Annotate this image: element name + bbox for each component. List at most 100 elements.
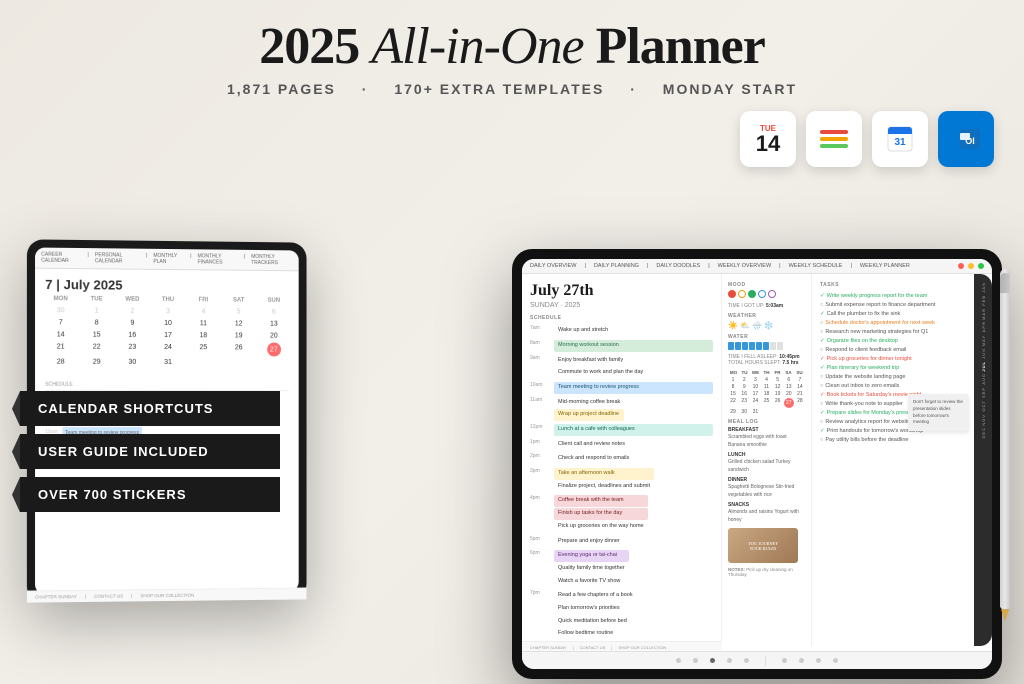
- mood-dot-5: [768, 290, 776, 298]
- schedule-item: 8amMorning workout session: [530, 340, 713, 352]
- toolbar-dot: [833, 658, 838, 663]
- rt-nav-bar: DAILY OVERVIEW | DAILY PLANNING | DAILY …: [522, 259, 992, 274]
- schedule-item: 12pmLunch at a cafe with colleagues: [530, 424, 713, 436]
- schedule-item: 3pmTake an afternoon walkFinalize projec…: [530, 468, 713, 492]
- rt-bottom-toolbar: [522, 651, 992, 669]
- gcal-svg: 31: [884, 123, 916, 155]
- tablet-month-label: 7 | July 2025: [35, 269, 299, 298]
- svg-text:31: 31: [894, 137, 906, 148]
- sidebar-feb[interactable]: FEB: [981, 295, 986, 306]
- google-calendar-icon[interactable]: 31: [872, 111, 928, 167]
- schedule-column: July 27th SUNDAY · 2025 SCHEDULE 7amWake…: [522, 274, 722, 646]
- meal-log: MEAL LOG BREAKFAST Scrambled eggs with t…: [728, 419, 805, 577]
- notes-section: NOTES: Pick up dry cleaning on Thursday: [728, 567, 805, 577]
- sep2: ·: [630, 81, 637, 97]
- close-btn[interactable]: [958, 263, 964, 269]
- schedule-item: 9amEnjoy breakfast with familyCommute to…: [530, 355, 713, 379]
- rt-date: July 27th: [530, 282, 713, 300]
- list-line-3: [820, 144, 848, 148]
- pages-count: 1,871 PAGES: [227, 81, 336, 97]
- sep1: ·: [362, 81, 369, 97]
- weather-section: WEATHER ☀️ ⛅ 🌧️ ❄️: [728, 313, 805, 330]
- mood-dot-4: [758, 290, 766, 298]
- mood-dot-1: [728, 290, 736, 298]
- task-row: ○Clean out inbox to zero emails: [820, 383, 966, 389]
- mood-dot-3: [748, 290, 756, 298]
- sidebar-sep[interactable]: SEP: [981, 387, 986, 398]
- calendar-app-icon[interactable]: TUE 14: [740, 111, 796, 167]
- toolbar-dot: [782, 658, 787, 663]
- max-btn[interactable]: [978, 263, 984, 269]
- sidebar-mar[interactable]: MAR: [981, 308, 986, 320]
- templates-count: 170+ EXTRA TEMPLATES: [394, 81, 604, 97]
- mini-calendar: MOTUWETHFRSASU 1234567 891011121314 1516…: [728, 370, 805, 415]
- page-container: 2025 All-in-One Planner 1,871 PAGES · 17…: [0, 0, 1024, 684]
- title-text-1: 2025: [259, 18, 371, 75]
- time-woke-section: TIME I GOT UP: 5:03am: [728, 303, 805, 309]
- schedule-item: 10amTeam meeting to review progress: [530, 382, 713, 394]
- sidebar-jul[interactable]: JUL: [981, 361, 986, 372]
- stickers-badge: OVER 700 STICKERS: [20, 477, 280, 512]
- list-line-2: [820, 137, 848, 141]
- task-row: ○Schedule doctor's appointment for next …: [820, 320, 966, 326]
- sidebar-dec[interactable]: DEC: [981, 427, 986, 438]
- toolbar-divider: [765, 656, 766, 666]
- outlook-svg: Ol: [950, 123, 982, 155]
- schedule-item: 6pmEvening yoga or tai-chaiQuality famil…: [530, 550, 713, 587]
- title-section: 2025 All-in-One Planner 1,871 PAGES · 17…: [217, 0, 807, 97]
- weather-snow: ❄️: [764, 321, 774, 330]
- weather-cloud: ⛅: [740, 321, 750, 330]
- task-row: ○Pay utility bills before the deadline: [820, 437, 966, 443]
- sidebar-oct[interactable]: OCT: [981, 400, 986, 411]
- toolbar-dot: [816, 658, 821, 663]
- sidebar-jun[interactable]: JUN: [981, 348, 986, 359]
- task-row: ✓Organize files on the desktop: [820, 338, 966, 344]
- rt-day-sub: SUNDAY · 2025: [530, 302, 713, 309]
- calendar-shortcuts-badge: CALENDAR SHORTCUTS: [20, 391, 280, 426]
- rt-footer: CHAPTER SUNDAY | CONTACT US | SHOP OUR C…: [522, 641, 722, 646]
- title-text-2: Planner: [584, 18, 765, 75]
- sidebar-may[interactable]: MAY: [981, 335, 986, 346]
- schedule-item: 1pmClient call and review notes: [530, 439, 713, 451]
- mood-dot-2: [738, 290, 746, 298]
- schedule-item: 11amMid-morning coffee breakWrap up proj…: [530, 397, 713, 421]
- task-row: ○Submit expense report to finance depart…: [820, 302, 966, 308]
- water-section: WATER: [728, 334, 805, 350]
- apple-pencil: [1000, 269, 1010, 609]
- meal-stats-column: MOOD TIME I GOT UP:: [722, 274, 812, 646]
- sidebar-nov[interactable]: NOV: [981, 414, 986, 426]
- water-unit: [728, 342, 734, 350]
- tasks-column: TASKS ✓Write weekly progress report for …: [812, 274, 974, 646]
- app-icons-group: TUE 14 31 Ol: [740, 111, 994, 167]
- calendar-days: 30 1 2 3 4 5 6 7 8 9 10 11 12 13: [43, 305, 291, 368]
- task-row: ○Research new marketing strategies for Q…: [820, 329, 966, 335]
- toolbar-dot: [727, 658, 732, 663]
- mood-section: MOOD: [728, 282, 805, 298]
- min-btn[interactable]: [968, 263, 974, 269]
- title-italic: All-in-One: [371, 18, 583, 75]
- schedule-item: 7pmRead a few chapters of a bookPlan tom…: [530, 590, 713, 640]
- schedule-item: 7amWake up and stretch: [530, 325, 713, 337]
- toolbar-dot: [693, 658, 698, 663]
- pencil-tip: [1001, 609, 1009, 621]
- sticky-note: Don't forget to review the presentation …: [908, 394, 968, 431]
- task-row: ✓Plan itinerary for weekend trip: [820, 365, 966, 371]
- task-row: ○Update the website landing page: [820, 374, 966, 380]
- schedule-label: SCHEDULE: [530, 315, 713, 321]
- toolbar-dot: [744, 658, 749, 663]
- sidebar-aug[interactable]: AUG: [981, 373, 986, 385]
- rt-window-controls: [958, 263, 984, 269]
- mini-cal-grid: 1234567 891011121314 15161718192021 2223…: [728, 377, 805, 415]
- reminders-app-icon[interactable]: [806, 111, 862, 167]
- sidebar-jan[interactable]: JAN: [981, 282, 986, 293]
- toolbar-dot-active: [710, 658, 715, 663]
- main-title: 2025 All-in-One Planner: [217, 18, 807, 75]
- weather-sun: ☀️: [728, 321, 738, 330]
- schedule-item: 2pmCheck and respond to emails: [530, 453, 713, 465]
- outlook-icon[interactable]: Ol: [938, 111, 994, 167]
- task-row: ✓Write weekly progress report for the te…: [820, 293, 966, 299]
- sidebar-apr[interactable]: APR: [981, 321, 986, 332]
- feature-badges: CALENDAR SHORTCUTS USER GUIDE INCLUDED O…: [20, 391, 280, 512]
- rt-body: July 27th SUNDAY · 2025 SCHEDULE 7amWake…: [522, 274, 992, 646]
- time-slept-section: TIME I FELL ASLEEP: 10:45pm TOTAL HOURS …: [728, 354, 805, 366]
